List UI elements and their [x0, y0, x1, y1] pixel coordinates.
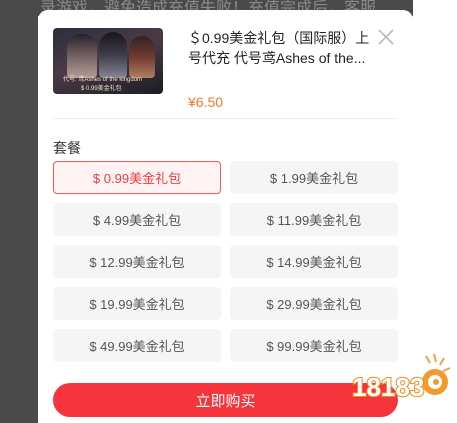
close-button[interactable] [375, 26, 397, 48]
package-option[interactable]: $ 4.99美金礼包 [53, 203, 221, 236]
package-option[interactable]: $ 14.99美金礼包 [230, 245, 398, 278]
watermark-logo-icon: 18183 [351, 353, 451, 403]
watermark-logo: 18183 [348, 352, 452, 408]
thumbnail-caption: $ 0.99美金礼包 [81, 86, 122, 92]
product-price: ¥6.50 [188, 94, 224, 110]
package-option[interactable]: $ 12.99美金礼包 [53, 245, 221, 278]
package-option[interactable]: $ 11.99美金礼包 [230, 203, 398, 236]
package-option[interactable]: $ 0.99美金礼包 [53, 161, 221, 194]
package-option[interactable]: $ 49.99美金礼包 [53, 329, 221, 362]
buy-now-button[interactable]: 立即购买 [53, 383, 398, 417]
thumbnail-figure [99, 32, 127, 78]
divider [53, 118, 398, 119]
product-title-line1: ＄0.99美金礼包（国际服）上 [188, 30, 370, 46]
thumbnail-caption: 代号: 鸢Ashes of the kingdom [63, 77, 143, 83]
background-overlay-left [0, 0, 38, 423]
package-option[interactable]: $ 29.99美金礼包 [230, 287, 398, 320]
package-option[interactable]: $ 19.99美金礼包 [53, 287, 221, 320]
product-thumbnail: 代号: 鸢Ashes of the kingdom $ 0.99美金礼包 [53, 28, 163, 94]
product-title: ＄0.99美金礼包（国际服）上 号代充 代号鸢Ashes of the... [188, 28, 388, 68]
package-option[interactable]: $ 1.99美金礼包 [230, 161, 398, 194]
product-summary: 代号: 鸢Ashes of the kingdom $ 0.99美金礼包 ＄0.… [53, 28, 398, 110]
close-icon [378, 29, 394, 45]
product-title-line2: 号代充 代号鸢Ashes of the... [188, 50, 366, 66]
thumbnail-figure [129, 36, 155, 78]
thumbnail-figure [67, 34, 97, 78]
package-section-label: 套餐 [53, 140, 81, 156]
svg-text:18183: 18183 [352, 372, 424, 402]
